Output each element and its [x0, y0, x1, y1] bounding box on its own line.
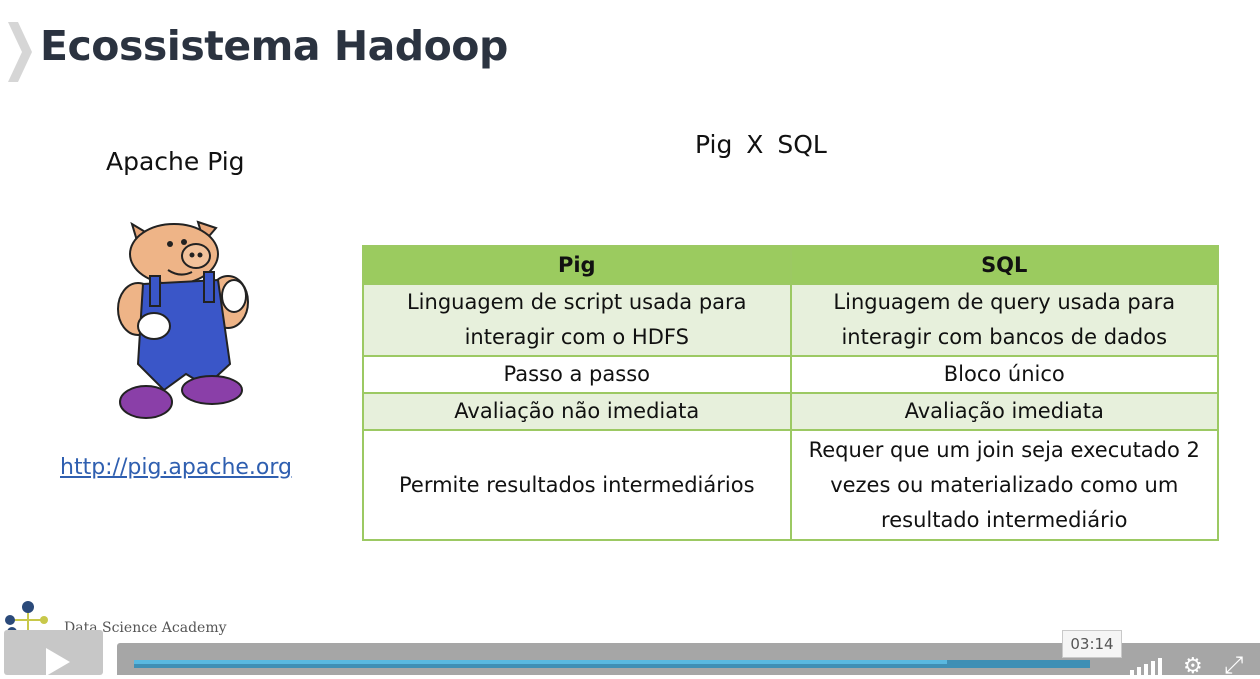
table-cell: Passo a passo — [362, 355, 792, 394]
chevron-icon — [8, 22, 32, 82]
table-cell: Linguagem de script usada para interagir… — [362, 283, 792, 357]
table-cell: Requer que um join seja executado 2 veze… — [789, 429, 1219, 541]
play-button[interactable] — [4, 630, 103, 676]
pig-mascot-icon — [117, 220, 249, 419]
table-cell: Avaliação não imediata — [362, 392, 792, 431]
time-tooltip: 03:14 — [1062, 630, 1122, 658]
fullscreen-icon[interactable]: ⤢ — [1224, 653, 1243, 677]
left-heading: Apache Pig — [106, 147, 245, 176]
table-row: Linguagem de script usada para interagir… — [362, 283, 1219, 357]
table-header-pig: Pig — [362, 245, 792, 285]
table-cell: Avaliação imediata — [789, 392, 1219, 431]
slide-title: Ecossistema Hadoop — [40, 22, 508, 70]
progress-fill — [134, 660, 947, 664]
play-icon — [46, 648, 70, 676]
table-row: Avaliação não imediata Avaliação imediat… — [362, 392, 1219, 431]
pig-website-link[interactable]: http://pig.apache.org — [60, 455, 292, 480]
volume-icon[interactable] — [1130, 656, 1170, 676]
table-cell: Permite resultados intermediários — [362, 429, 792, 541]
table-cell: Bloco único — [789, 355, 1219, 394]
comparison-table: Pig SQL Linguagem de script usada para i… — [362, 245, 1219, 541]
right-heading: Pig X SQL — [695, 130, 827, 159]
table-row: Permite resultados intermediários Requer… — [362, 429, 1219, 541]
table-row: Passo a passo Bloco único — [362, 355, 1219, 394]
table-header-sql: SQL — [789, 245, 1219, 285]
table-cell: Linguagem de query usada para interagir … — [789, 283, 1219, 357]
slide: Ecossistema Hadoop Apache Pig Pig X SQL … — [0, 0, 1260, 675]
